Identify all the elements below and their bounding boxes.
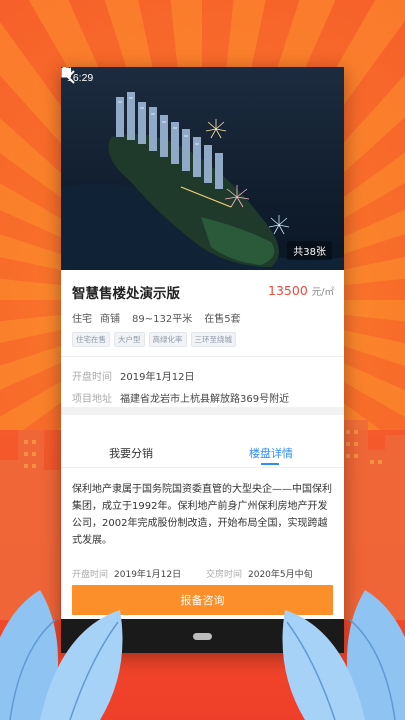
- status-bar: 16:29 P: [61, 67, 344, 89]
- divider: [61, 356, 344, 357]
- tag: 三环至绕城: [190, 332, 236, 347]
- address-value: 福建省龙岩市上杭县解放路369号附近: [120, 394, 290, 405]
- tag: 高绿化率: [148, 332, 187, 347]
- property-type-residential: 住宅: [72, 314, 92, 325]
- back-arrow-icon[interactable]: [61, 67, 81, 87]
- title-row: 智慧售楼处演示版 13500 元/㎡: [72, 282, 334, 302]
- tab-distribution[interactable]: 我要分销: [61, 445, 201, 461]
- project-tags: 住宅在售 大户型 高绿化率 三环至绕城: [72, 332, 236, 347]
- project-meta: 住宅 商铺 89~132平米 在售5套: [72, 310, 241, 325]
- tab-property-details[interactable]: 楼盘详情: [201, 445, 341, 461]
- price-unit: 元/㎡: [311, 287, 334, 298]
- price-value: 13500: [268, 283, 308, 298]
- hero-image[interactable]: 16:29 P 共38张: [61, 67, 344, 270]
- leaves-illustration: [0, 590, 405, 720]
- section-separator: [61, 407, 344, 415]
- project-title: 智慧售楼处演示版: [72, 286, 180, 302]
- open-time-label: 开盘时间: [72, 372, 112, 383]
- on-sale-count: 在售5套: [204, 314, 241, 325]
- photo-count-badge[interactable]: 共38张: [287, 241, 332, 260]
- aerial-night-view-image: [61, 67, 344, 270]
- address-label: 项目地址: [72, 394, 112, 405]
- divider: [61, 467, 344, 468]
- tag: 住宅在售: [72, 332, 110, 347]
- project-price: 13500 元/㎡: [268, 283, 334, 298]
- detail-tabs: 我要分销 楼盘详情: [61, 415, 344, 467]
- area-range: 89~132平米: [132, 314, 193, 325]
- property-type-shop: 商铺: [100, 314, 120, 325]
- address-field: 项目地址 福建省龙岩市上杭县解放路369号附近: [72, 390, 289, 405]
- active-tab-indicator: [261, 463, 279, 465]
- open-time-field: 开盘时间 2019年1月12日: [72, 368, 195, 383]
- tag: 大户型: [114, 332, 145, 347]
- open-time-value: 2019年1月12日: [120, 372, 195, 383]
- project-description: 保利地产隶属于国务院国资委直管的大型央企——中国保利集团，成立于1992年。保利…: [72, 484, 332, 546]
